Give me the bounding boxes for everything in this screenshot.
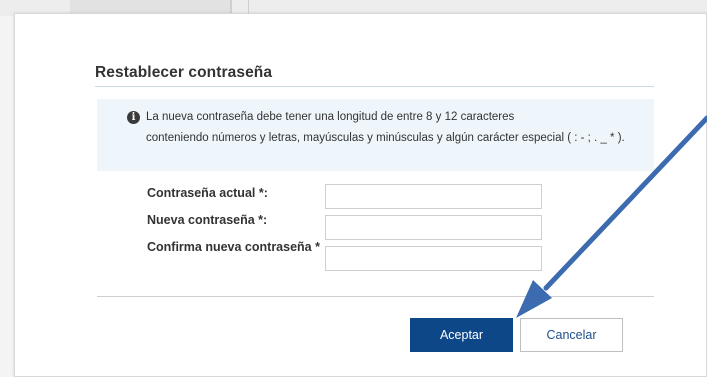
dialog-title: Restablecer contraseña <box>95 64 273 81</box>
requirements-text-line-1: La nueva contraseña debe tener una longi… <box>146 111 515 123</box>
footer-divider <box>97 296 654 297</box>
requirements-text-line-2: conteniendo números y letras, mayúsculas… <box>146 132 625 144</box>
reset-password-dialog: Restablecer contraseña i La nueva contra… <box>14 13 707 377</box>
confirm-password-input[interactable] <box>325 246 542 271</box>
current-password-input[interactable] <box>325 184 542 209</box>
screenshot-stage: Restablecer contraseña i La nueva contra… <box>0 0 707 377</box>
info-circle-icon: i <box>127 111 140 124</box>
title-divider <box>95 86 654 87</box>
new-password-label: Nueva contraseña *: <box>147 213 268 227</box>
confirm-password-label: Confirma nueva contraseña * <box>147 240 320 254</box>
cancel-button[interactable]: Cancelar <box>520 318 623 352</box>
new-password-input[interactable] <box>325 215 542 240</box>
accept-button[interactable]: Aceptar <box>410 318 513 352</box>
password-requirements-box: i La nueva contraseña debe tener una lon… <box>97 99 654 171</box>
current-password-label: Contraseña actual *: <box>147 186 268 200</box>
